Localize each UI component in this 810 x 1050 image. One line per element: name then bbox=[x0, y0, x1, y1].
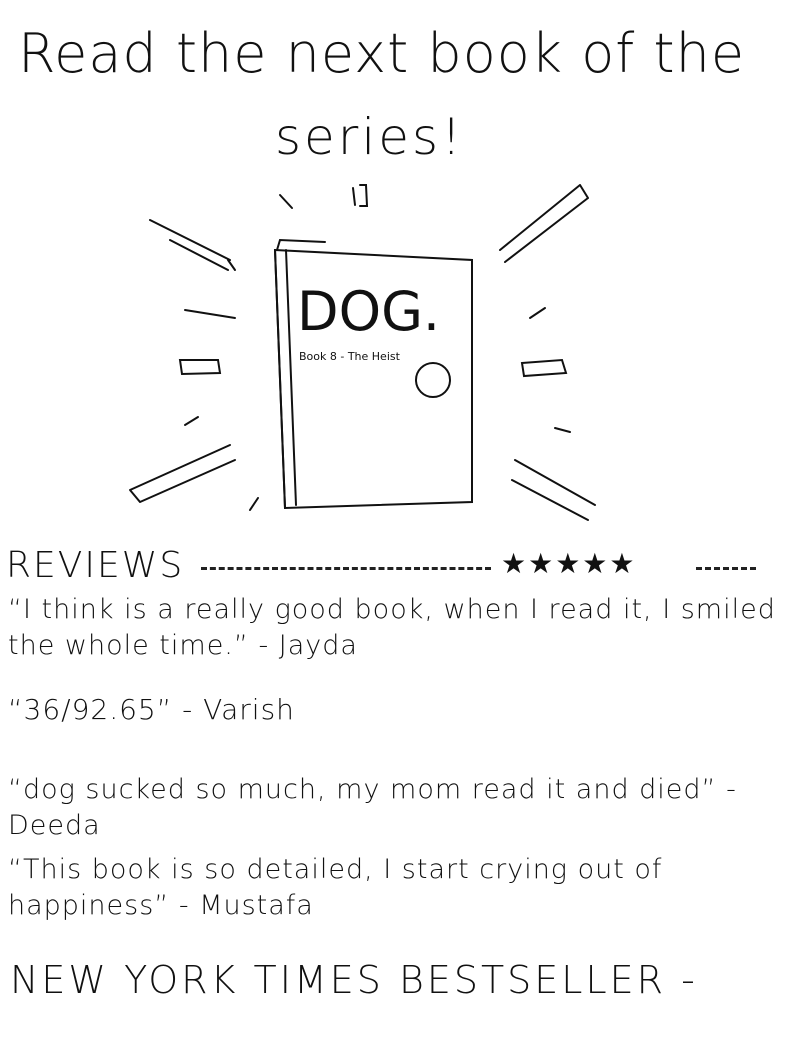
headline-line-1: Read the next book of the bbox=[18, 22, 746, 85]
ray-lower-left bbox=[129, 416, 236, 503]
dashed-divider bbox=[201, 567, 491, 570]
reviews-label: REVIEWS bbox=[6, 545, 185, 586]
review-deeda: “dog sucked so much, my mom read it and … bbox=[8, 774, 737, 841]
ray-upper-left bbox=[149, 219, 231, 271]
dashed-divider bbox=[696, 567, 756, 570]
sparkle-mark bbox=[359, 184, 369, 207]
sparkle-mark bbox=[352, 187, 356, 206]
review-mustafa: “This book is so detailed, I start cryin… bbox=[8, 854, 663, 921]
review-jayda: “I think is a really good book, when I r… bbox=[8, 594, 776, 661]
book-subtitle: Book 8 - The Heist bbox=[299, 350, 401, 363]
ray-upper-right bbox=[499, 184, 589, 263]
book-illustration: DOG. Book 8 - The Heist bbox=[129, 184, 596, 521]
ray-right-mid bbox=[529, 307, 546, 319]
sparkle-mark bbox=[279, 194, 293, 209]
reviews-header: REVIEWS ★★★★★ bbox=[6, 545, 806, 586]
ray-lower-right bbox=[511, 427, 596, 521]
ray-left-box bbox=[178, 359, 222, 376]
book-title: DOG. bbox=[297, 280, 440, 343]
ray-right-box bbox=[520, 358, 568, 378]
bestseller-banner: NEW YORK TIMES BESTSELLER - bbox=[10, 958, 698, 1002]
review-varish: “36/92.65” - Varish bbox=[8, 693, 295, 726]
star-rating-icon: ★★★★★ bbox=[501, 547, 637, 580]
book-emblem bbox=[415, 362, 451, 398]
ray-left-mid bbox=[184, 309, 236, 319]
headline-line-2: series! bbox=[275, 108, 465, 166]
